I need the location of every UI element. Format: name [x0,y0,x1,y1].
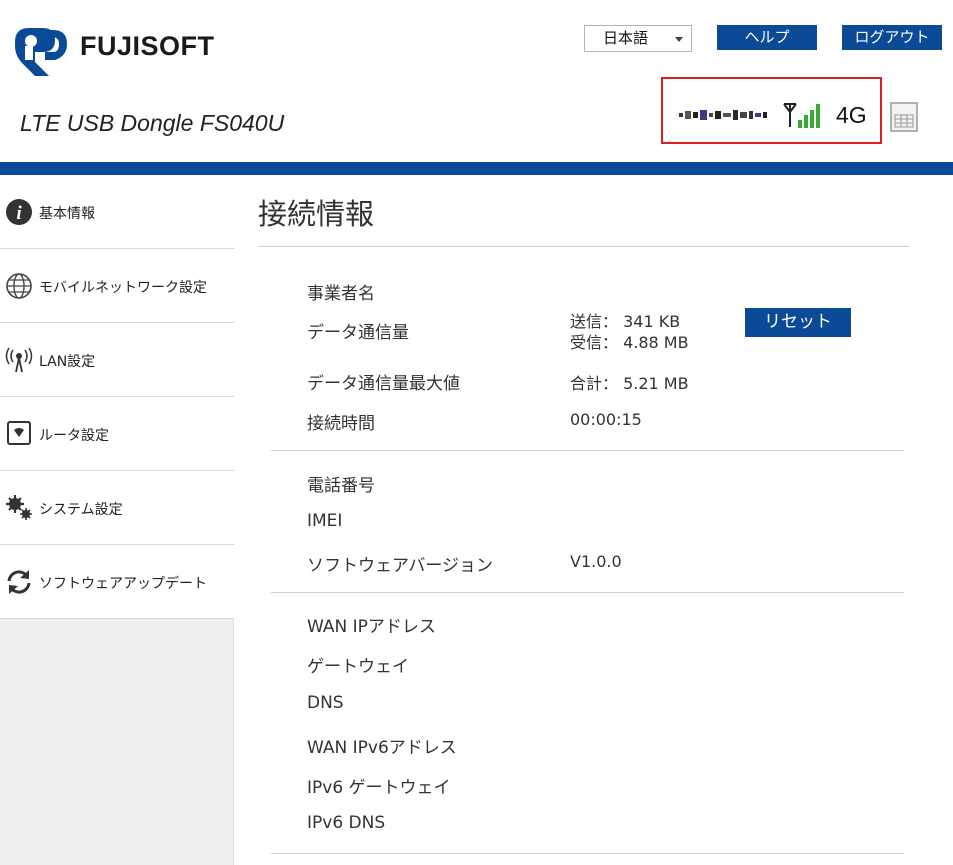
sidebar-item-mobile-network[interactable]: モバイルネットワーク設定 [0,249,234,323]
logout-button[interactable]: ログアウト [842,25,942,50]
sidebar-item-label: LAN設定 [39,354,96,370]
sidebar-item-software-update[interactable]: ソフトウェアアップデート [0,545,234,619]
wan-ipv6-label: WAN IPv6アドレス [307,738,457,758]
help-button[interactable]: ヘルプ [717,25,817,50]
page-title: 接続情報 [258,197,375,231]
sidebar-item-label: モバイルネットワーク設定 [39,280,207,296]
sidebar-item-system[interactable]: システム設定 [0,471,234,545]
imei-label: IMEI [307,511,343,531]
operator-label: 事業者名 [307,284,375,304]
total-usage-value: 合計： 5.21 MB [570,374,689,393]
wan-ip-label: WAN IPアドレス [307,617,436,637]
sidebar-item-label: システム設定 [39,502,123,518]
ipv6-dns-label: IPv6 DNS [307,813,386,833]
product-name: LTE USB Dongle FS040U [20,110,285,136]
sidebar-item-basic-info[interactable]: i 基本情報 [0,175,234,249]
gears-icon [6,495,32,520]
router-icon [7,421,31,445]
header: FUJISOFT LTE USB Dongle FS040U 日本語 ヘルプ ロ… [0,0,953,162]
sidebar-item-label: 基本情報 [39,206,95,222]
sidebar: i 基本情報 モバイルネットワーク設定 LAN設定 ルータ設定 システム設定 ソ… [0,175,234,865]
max-usage-label: データ通信量最大値 [307,374,460,394]
chevron-down-icon [675,37,683,42]
sidebar-item-router[interactable]: ルータ設定 [0,397,234,471]
section-divider [271,592,904,593]
header-divider-bar [0,162,953,175]
info-icon: i [6,199,32,225]
sidebar-item-label: ルータ設定 [39,428,109,444]
gateway-label: ゲートウェイ [307,657,409,677]
reset-button[interactable]: リセット [745,308,851,337]
data-usage-label: データ通信量 [307,323,409,343]
connection-status-box: 4G [661,77,882,144]
main-content: 接続情報 事業者名 データ通信量 送信： 341 KB 受信： 4.88 MB … [235,175,953,865]
language-select-value: 日本語 [603,29,649,47]
data-received-value: 受信： 4.88 MB [570,333,689,352]
software-version-label: ソフトウェアバージョン [307,556,493,576]
fujisoft-logo-icon [15,28,67,76]
network-type: 4G [836,102,867,128]
dns-label: DNS [307,693,344,713]
globe-icon [6,273,32,299]
phone-number-label: 電話番号 [307,476,375,496]
svg-text:i: i [16,203,22,224]
connection-time-value: 00:00:15 [570,410,642,429]
operator-name-redacted-icon [679,110,767,120]
connection-time-label: 接続時間 [307,414,375,434]
ipv6-gateway-label: IPv6 ゲートウェイ [307,778,451,798]
language-select[interactable]: 日本語 [584,25,692,52]
sim-card-icon [890,102,918,132]
signal-bars-icon [798,104,820,128]
software-version-value: V1.0.0 [570,552,622,571]
antenna-icon [783,103,797,127]
brand-name: FUJISOFT [80,31,215,61]
wireless-antenna-icon [5,347,33,373]
section-divider [271,450,904,451]
title-divider [258,246,909,247]
sidebar-item-label: ソフトウェアアップデート [39,576,207,592]
section-divider [271,853,904,854]
sidebar-item-lan[interactable]: LAN設定 [0,323,234,397]
refresh-icon [7,570,31,594]
